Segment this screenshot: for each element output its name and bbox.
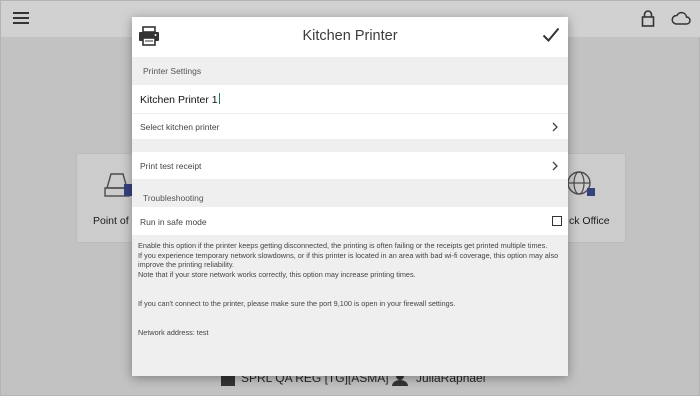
dialog-header: Kitchen Printer xyxy=(132,17,568,57)
safe-mode-checkbox[interactable] xyxy=(552,216,562,226)
help-line-3: Note that if your store network works co… xyxy=(138,269,416,279)
section-printer-settings: Printer Settings xyxy=(143,66,202,76)
checkmark-icon[interactable] xyxy=(542,27,560,43)
printer-name-field[interactable]: Kitchen Printer 1 xyxy=(132,85,568,113)
printer-name-input[interactable]: Kitchen Printer 1 xyxy=(140,93,220,106)
chevron-right-icon xyxy=(552,161,558,171)
safe-mode-label: Run in safe mode xyxy=(140,217,207,227)
safe-mode-row[interactable]: Run in safe mode xyxy=(132,207,568,235)
select-kitchen-printer-label: Select kitchen printer xyxy=(140,122,220,132)
chevron-right-icon xyxy=(552,122,558,132)
help-text: Enable this option if the printer keeps … xyxy=(138,241,562,337)
network-address: Network address: test xyxy=(138,327,209,337)
port-note: If you can't connect to the printer, ple… xyxy=(138,299,456,308)
printer-name-value: Kitchen Printer 1 xyxy=(140,94,218,106)
print-test-receipt-row[interactable]: Print test receipt xyxy=(132,152,568,179)
print-test-receipt-label: Print test receipt xyxy=(140,161,202,171)
section-troubleshooting: Troubleshooting xyxy=(143,193,204,203)
help-line-1: Enable this option if the printer keeps … xyxy=(138,241,548,250)
text-caret xyxy=(218,93,220,104)
kitchen-printer-dialog: Kitchen Printer Printer Settings Kitchen… xyxy=(132,17,568,376)
select-kitchen-printer-row[interactable]: Select kitchen printer xyxy=(132,114,568,139)
help-line-2: If you experience temporary network slow… xyxy=(138,250,559,270)
dialog-title: Kitchen Printer xyxy=(302,28,398,44)
